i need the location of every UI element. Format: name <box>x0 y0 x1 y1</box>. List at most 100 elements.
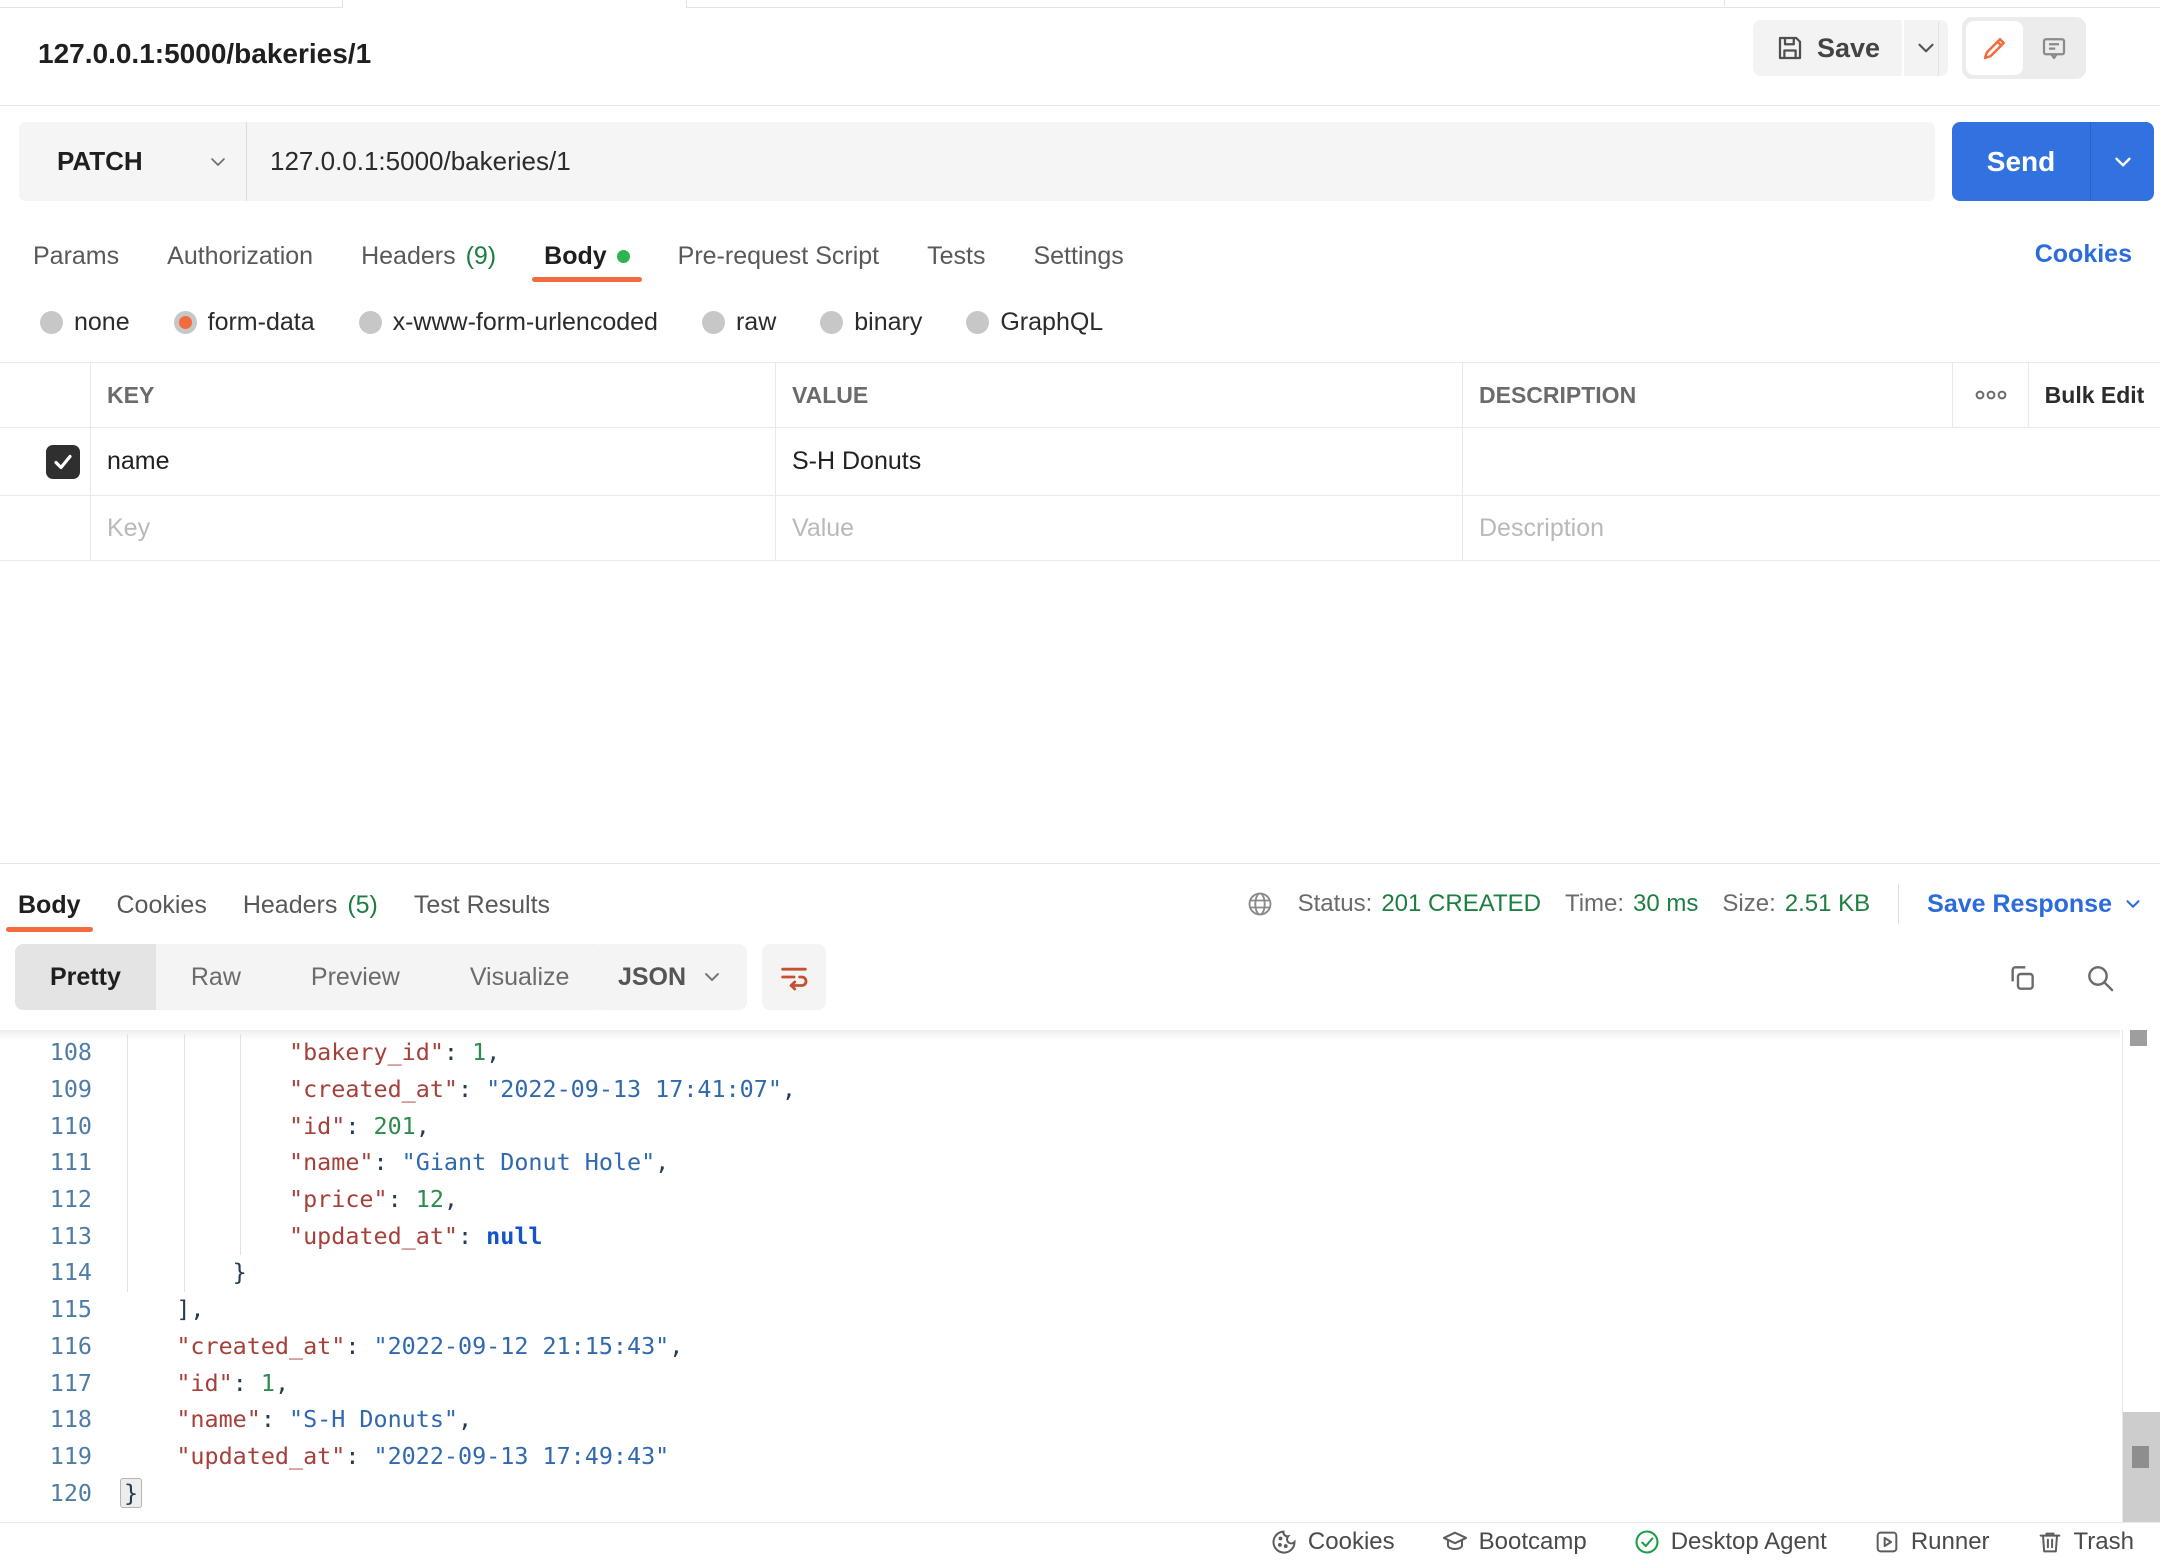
send-options-button[interactable] <box>2091 149 2154 175</box>
save-options-button[interactable] <box>1904 20 1949 76</box>
table-header-row: KEY VALUE DESCRIPTION Bulk Edit <box>0 362 2160 428</box>
mode-none[interactable]: none <box>40 308 130 337</box>
tab-body[interactable]: Body <box>532 230 642 283</box>
footer-bootcamp-button[interactable]: Bootcamp <box>1441 1528 1587 1556</box>
mode-binary[interactable]: binary <box>820 308 922 337</box>
line-number: 112 <box>49 1185 92 1214</box>
placeholder-checkbox-cell <box>0 496 90 560</box>
tab-settings[interactable]: Settings <box>1033 230 1123 283</box>
line-number: 118 <box>49 1405 92 1434</box>
comment-icon <box>2039 33 2069 63</box>
line-number: 116 <box>49 1331 92 1360</box>
line-content: "updated_at": "2022-09-13 17:49:43" <box>176 1441 670 1470</box>
save-button[interactable]: Save <box>1753 20 1903 76</box>
response-separator <box>0 863 2160 864</box>
line-content: "created_at": "2022-09-13 17:41:07", <box>289 1075 796 1104</box>
value-cell[interactable]: S-H Donuts <box>775 428 1462 495</box>
line-number: 120 <box>49 1478 92 1507</box>
tab-authorization[interactable]: Authorization <box>167 230 313 283</box>
headers-count-badge: (5) <box>347 891 378 919</box>
copy-response-button[interactable] <box>2000 956 2044 1000</box>
tab-label: Test Results <box>413 891 551 919</box>
search-response-button[interactable] <box>2078 956 2122 1000</box>
headers-count-badge: (9) <box>465 242 497 270</box>
trash-icon <box>2036 1528 2064 1556</box>
comment-mode-button[interactable] <box>2025 21 2082 75</box>
time-value: 30 ms <box>1633 890 1699 917</box>
tab-label: Cookies <box>116 891 207 919</box>
bulk-edit-button[interactable]: Bulk Edit <box>2028 363 2160 427</box>
cookies-link[interactable]: Cookies <box>2035 240 2132 269</box>
meta-divider <box>1898 884 1900 924</box>
mode-x-www-form-urlencoded[interactable]: x-www-form-urlencoded <box>358 307 658 337</box>
row-checkbox[interactable] <box>46 444 80 479</box>
view-preview[interactable]: Preview <box>276 944 435 1010</box>
code-scrollbar-thumb[interactable] <box>2123 1412 2160 1522</box>
description-input-placeholder[interactable]: Description <box>1462 496 2160 560</box>
code-line: 117 "id": 1, <box>0 1364 2160 1401</box>
description-cell[interactable] <box>1462 428 2160 495</box>
mode-label: form-data <box>207 307 315 336</box>
key-cell[interactable]: name <box>90 428 775 495</box>
send-split-button: Send <box>1952 122 2154 201</box>
code-line: 115 ], <box>0 1291 2160 1328</box>
response-tab-test-results[interactable]: Test Results <box>414 878 550 933</box>
indent-guide <box>184 1034 185 1292</box>
line-content: ], <box>176 1295 205 1324</box>
line-content: "id": 1, <box>176 1368 290 1397</box>
line-content: "bakery_id": 1, <box>289 1038 501 1067</box>
mode-form-data[interactable]: form-data <box>173 307 315 337</box>
save-label: Save <box>1817 32 1881 63</box>
mode-raw[interactable]: raw <box>701 308 776 337</box>
mode-graphql[interactable]: GraphQL <box>966 308 1103 337</box>
send-button[interactable]: Send <box>1952 146 2090 178</box>
wrap-lines-button[interactable] <box>762 944 826 1010</box>
more-options-icon[interactable] <box>1952 363 2028 427</box>
tab-tests[interactable]: Tests <box>927 230 985 283</box>
code-line: 112 "price": 12, <box>0 1181 2160 1218</box>
line-number: 114 <box>49 1258 92 1287</box>
globe-icon[interactable] <box>1246 890 1274 918</box>
response-tab-headers[interactable]: Headers (5) <box>243 878 378 933</box>
floppy-icon <box>1775 33 1805 63</box>
key-input-placeholder[interactable]: Key <box>90 496 775 560</box>
search-icon <box>2084 962 2116 994</box>
tab-label: Params <box>33 242 120 270</box>
tab-headers[interactable]: Headers (9) <box>361 230 496 283</box>
chevron-down-icon <box>2110 149 2136 175</box>
tab-label: Authorization <box>167 242 314 270</box>
save-response-button[interactable]: Save Response <box>1927 890 2144 919</box>
check-circle-icon <box>1633 1528 1661 1556</box>
tab-label: Pre-request Script <box>677 242 880 270</box>
response-meta: Status: 201 CREATED Time: 30 ms Size: 2.… <box>1246 878 2144 930</box>
code-line: 110 "id": 201, <box>0 1107 2160 1144</box>
response-tab-body[interactable]: Body <box>6 878 92 933</box>
mode-label: x-www-form-urlencoded <box>392 307 658 336</box>
response-body-code[interactable]: 108 "bakery_id": 1, 109 "created_at": "2… <box>0 1030 2160 1522</box>
edit-mode-button[interactable] <box>1966 21 2023 75</box>
runner-icon <box>1873 1528 1901 1556</box>
size-value: 2.51 KB <box>1784 890 1871 917</box>
footer-cookies-button[interactable]: Cookies <box>1270 1528 1395 1556</box>
view-pretty[interactable]: Pretty <box>15 944 156 1010</box>
tab-edge <box>686 0 687 8</box>
response-view-modes: Pretty Raw Preview Visualize <box>15 944 605 1010</box>
tab-strip-border-left <box>0 7 342 8</box>
view-raw[interactable]: Raw <box>156 944 276 1010</box>
cookie-icon <box>1270 1528 1298 1556</box>
status-bar: Cookies Bootcamp Desktop Agent Runner Tr… <box>0 1522 2160 1560</box>
format-selector[interactable]: JSON <box>595 944 747 1010</box>
footer-runner-button[interactable]: Runner <box>1873 1528 1990 1556</box>
value-input-placeholder[interactable]: Value <box>775 496 1462 560</box>
tab-pre-request-script[interactable]: Pre-request Script <box>678 230 879 283</box>
tab-params[interactable]: Params <box>33 230 119 283</box>
view-visualize[interactable]: Visualize <box>435 944 605 1010</box>
method-selector[interactable]: PATCH <box>19 146 246 177</box>
response-tab-cookies[interactable]: Cookies <box>117 878 207 933</box>
value-column-header: VALUE <box>775 363 1462 427</box>
footer-desktop-agent-button[interactable]: Desktop Agent <box>1633 1528 1827 1556</box>
footer-trash-button[interactable]: Trash <box>2036 1528 2134 1556</box>
url-input[interactable]: 127.0.0.1:5000/bakeries/1 <box>247 146 571 177</box>
method-label: PATCH <box>57 146 143 176</box>
copy-icon <box>2006 962 2038 994</box>
